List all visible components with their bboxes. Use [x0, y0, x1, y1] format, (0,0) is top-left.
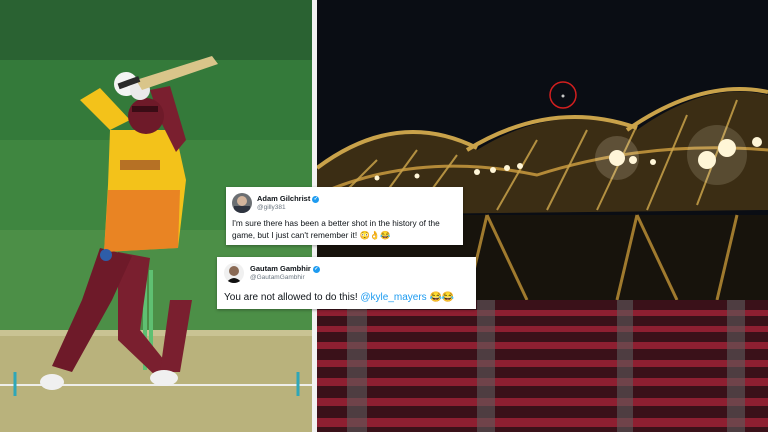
tweet-author-name: Gautam Gambhir ✓	[250, 264, 320, 273]
verified-badge-icon: ✓	[312, 265, 320, 273]
author-name-text: Adam Gilchrist	[257, 194, 311, 203]
author-name-text: Gautam Gambhir	[250, 264, 311, 273]
mention-link[interactable]: @kyle_mayers	[360, 292, 426, 303]
tweet-text-after: 😂😂	[426, 292, 455, 303]
tweet-author-handle: @GautamGambhir	[250, 274, 305, 281]
tweet-body: You are not allowed to do this! @kyle_ma…	[224, 292, 474, 304]
tweet-author-handle: @gilly381	[257, 204, 286, 211]
avatar	[232, 193, 252, 213]
avatar	[224, 263, 244, 283]
tweet-text-before: You are not allowed to do this!	[224, 292, 361, 303]
verified-badge-icon: ✓	[312, 195, 320, 203]
tweet-body: I'm sure there has been a better shot in…	[232, 218, 440, 240]
tweet-author-name: Adam Gilchrist ✓	[257, 194, 320, 203]
tweet-card-gambhir: Gautam Gambhir ✓ @GautamGambhir You are n…	[217, 257, 476, 309]
tweet-card-gilchrist: Adam Gilchrist ✓ @gilly381 I'm sure there…	[226, 187, 463, 245]
